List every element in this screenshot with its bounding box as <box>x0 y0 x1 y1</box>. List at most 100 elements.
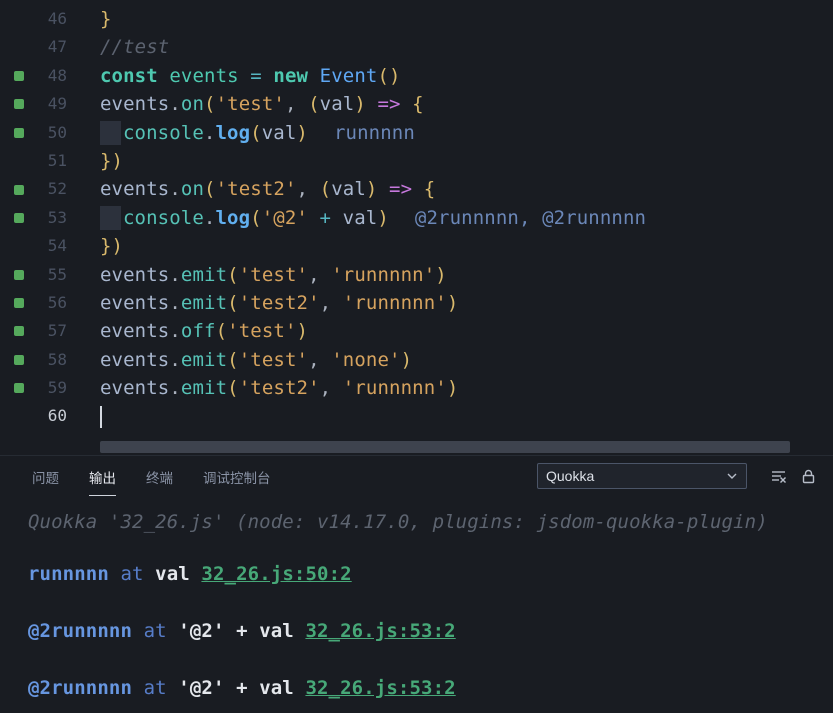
horizontal-scrollbar[interactable] <box>0 439 833 455</box>
code-text: events.emit('test2', 'runnnnn') <box>100 377 459 400</box>
gutter: 55 <box>0 261 100 289</box>
quokka-coverage-indicator <box>14 354 24 365</box>
code-text: events.emit('test', 'none') <box>100 348 413 371</box>
code-text <box>100 402 102 430</box>
code-line[interactable]: 48 const events = new Event() <box>0 62 833 90</box>
quokka-inline-value: @2runnnnn, @2runnnnn <box>414 206 647 229</box>
code-text: console.log('@2' + val) @2runnnnn, @2runn… <box>100 204 646 232</box>
code-text: events.off('test') <box>100 320 309 343</box>
log-segment: '@2' + val <box>178 677 306 699</box>
code-line[interactable]: 47 //test <box>0 33 833 61</box>
code-line[interactable]: 53 console.log('@2' + val) @2runnnnn, @2ru… <box>0 204 833 232</box>
code-line[interactable]: 57 events.off('test') <box>0 317 833 345</box>
line-number: 60 <box>47 406 67 426</box>
log-segment: val <box>155 563 202 585</box>
log-segment: at <box>132 677 179 699</box>
code-line[interactable]: 50 console.log(val) runnnnn <box>0 119 833 147</box>
code-line[interactable]: 55 events.emit('test', 'runnnnn') <box>0 261 833 289</box>
code-line[interactable]: 52 events.on('test2', (val) => { <box>0 175 833 203</box>
code-text: events.on('test2', (val) => { <box>100 178 436 201</box>
code-line[interactable]: 56 events.emit('test2', 'runnnnn') <box>0 289 833 317</box>
output-log-line: @2runnnnn at '@2' + val 32_26.js:53:2 <box>28 674 833 702</box>
source-location-link[interactable]: 32_26.js:53:2 <box>305 677 455 699</box>
quokka-inline-value: runnnnn <box>333 121 415 144</box>
code-line[interactable]: 46} <box>0 5 833 33</box>
code-text: events.emit('test2', 'runnnnn') <box>100 291 459 314</box>
line-number: 52 <box>47 179 67 199</box>
line-number: 48 <box>47 65 67 85</box>
quokka-coverage-indicator <box>14 70 24 81</box>
gutter: 56 <box>0 289 100 317</box>
log-segment: runnnnn <box>28 563 109 585</box>
quokka-coverage-indicator <box>14 298 24 309</box>
line-number: 58 <box>47 349 67 369</box>
source-location-link[interactable]: 32_26.js:53:2 <box>305 620 455 642</box>
output-channel-select[interactable]: Quokka <box>537 463 747 489</box>
code-line[interactable]: 58 events.emit('test', 'none') <box>0 346 833 374</box>
quokka-coverage-indicator <box>14 212 24 223</box>
tab-terminal[interactable]: 终端 <box>146 456 173 496</box>
tab-whitespace-highlight <box>100 206 121 231</box>
code-text: const events = new Event() <box>100 64 401 87</box>
line-number: 46 <box>47 9 67 28</box>
gutter: 49 <box>0 90 100 118</box>
gutter: 48 <box>0 62 100 90</box>
code-line[interactable]: 59 events.emit('test2', 'runnnnn') <box>0 374 833 402</box>
text-cursor <box>100 405 102 428</box>
line-number: 50 <box>47 122 67 142</box>
code-text: }) <box>100 149 124 172</box>
line-number: 55 <box>47 264 67 284</box>
source-location-link[interactable]: 32_26.js:50:2 <box>201 563 351 585</box>
panel-header: 问题 输出 终端 调试控制台 Quokka <box>0 456 833 496</box>
lock-icon[interactable] <box>797 465 819 487</box>
tab-whitespace-highlight <box>100 121 121 146</box>
gutter: 52 <box>0 175 100 203</box>
bottom-panel: 问题 输出 终端 调试控制台 Quokka Quokka '32_26.js' (no… <box>0 455 833 712</box>
gutter: 57 <box>0 317 100 345</box>
code-line[interactable]: 54}) <box>0 232 833 260</box>
output-log-line: @2runnnnn at '@2' + val 32_26.js:53:2 <box>28 617 833 645</box>
line-number: 49 <box>47 94 67 114</box>
quokka-coverage-indicator <box>14 383 24 394</box>
log-segment: at <box>108 563 156 585</box>
code-line[interactable]: 51}) <box>0 147 833 175</box>
line-number: 51 <box>47 150 67 170</box>
quokka-session-info: Quokka '32_26.js' (node: v14.17.0, plugi… <box>28 511 768 533</box>
code-editor[interactable]: 46} 47//test 48 const events = new Event() 4… <box>0 0 833 434</box>
clear-output-icon[interactable] <box>767 465 789 487</box>
output-log-line: runnnnn at val 32_26.js:50:2 <box>28 560 833 588</box>
line-number: 54 <box>47 236 67 256</box>
gutter: 53 <box>0 204 100 232</box>
log-segment: @2runnnnn <box>28 620 133 642</box>
output-content: Quokka '32_26.js' (node: v14.17.0, plugi… <box>0 496 833 702</box>
quokka-coverage-indicator <box>14 99 24 110</box>
gutter: 46 <box>0 5 100 33</box>
line-number: 56 <box>47 292 67 312</box>
tab-debug-console[interactable]: 调试控制台 <box>203 456 271 496</box>
gutter: 47 <box>0 33 100 61</box>
quokka-coverage-indicator <box>14 269 24 280</box>
gutter: 58 <box>0 346 100 374</box>
quokka-coverage-indicator <box>14 326 24 337</box>
line-number: 53 <box>47 207 67 227</box>
code-text: events.on('test', (val) => { <box>100 93 424 116</box>
log-segment: at <box>132 620 179 642</box>
line-number: 47 <box>47 37 67 57</box>
tab-output[interactable]: 输出 <box>89 456 116 496</box>
code-text: //test <box>100 36 170 59</box>
gutter: 54 <box>0 232 100 260</box>
code-line[interactable]: 60 <box>0 402 833 430</box>
code-line[interactable]: 49 events.on('test', (val) => { <box>0 90 833 118</box>
tab-problems[interactable]: 问题 <box>32 456 59 496</box>
output-channel-value: Quokka <box>546 468 595 484</box>
quokka-coverage-indicator <box>14 127 24 138</box>
code-text: } <box>100 8 112 30</box>
gutter: 50 <box>0 119 100 147</box>
gutter: 51 <box>0 147 100 175</box>
code-text: console.log(val) runnnnn <box>100 119 415 147</box>
scrollbar-thumb[interactable] <box>100 441 790 453</box>
log-segment: '@2' + val <box>178 620 306 642</box>
line-number: 57 <box>47 321 67 341</box>
panel-tabs: 问题 输出 终端 调试控制台 <box>32 456 537 496</box>
gutter: 59 <box>0 374 100 402</box>
